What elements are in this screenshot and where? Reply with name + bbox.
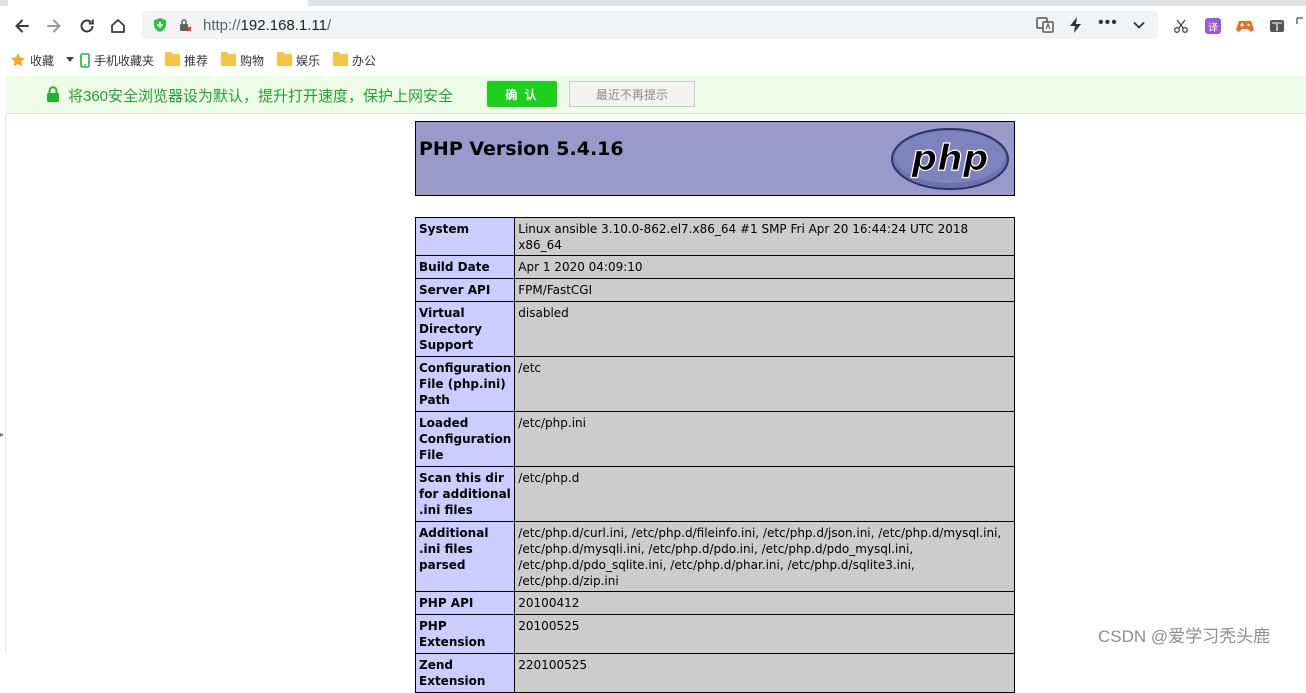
sidebar-expand-icon[interactable]: ▸: [0, 430, 4, 439]
php-info-table: System Linux ansible 3.10.0-862.el7.x86_6…: [414, 217, 1015, 693]
info-key: Configuration File (php.ini) Path: [414, 356, 516, 412]
info-row: Zend Extension 220100525: [414, 653, 1015, 693]
more-toolbar-icon[interactable]: [1296, 14, 1306, 36]
folder-icon: [221, 52, 236, 66]
info-value: /etc: [514, 356, 1015, 412]
info-key: Zend Extension: [414, 653, 516, 693]
info-key: Server API: [414, 278, 516, 302]
lock-icon: [47, 86, 59, 102]
info-value: /etc/php.ini: [514, 411, 1015, 467]
banner-message: 将360安全浏览器设为默认，提升打开速度，保护上网安全: [68, 88, 454, 105]
info-row: Virtual Directory Support disabled: [414, 301, 1015, 357]
info-value: Linux ansible 3.10.0-862.el7.x86_64 #1 S…: [514, 217, 1015, 256]
gamepad-icon: [1236, 21, 1254, 32]
info-key: Scan this dir for additional .ini files: [414, 466, 516, 522]
svg-text:php: php: [910, 138, 988, 179]
info-row: Scan this dir for additional .ini files /…: [414, 466, 1015, 522]
star-icon: [11, 53, 25, 67]
info-value: /etc/php.d/curl.ini, /etc/php.d/fileinfo…: [514, 521, 1015, 592]
info-key: Loaded Configuration File: [414, 411, 516, 467]
bookmark-office[interactable]: 办公: [333, 51, 376, 69]
translate-extension-button[interactable]: 译: [1199, 12, 1227, 40]
page-content: PHP Version 5.4.16 php System Linux ansib…: [6, 114, 1306, 693]
forward-arrow-icon: [47, 19, 61, 33]
folder-icon: [277, 52, 292, 66]
info-key: PHP API: [414, 591, 516, 615]
info-key: Additional .ini files parsed: [414, 521, 516, 592]
info-row: PHP API 20100412: [414, 591, 1015, 615]
book-icon: [1270, 20, 1284, 32]
insecure-lock-icon: [180, 19, 192, 32]
translate-badge-icon: 译: [1205, 18, 1221, 34]
php-logo[interactable]: php: [890, 127, 1010, 191]
info-row: PHP Extension 20100525: [414, 614, 1015, 654]
info-value: FPM/FastCGI: [514, 278, 1015, 302]
bookmark-mobile-favorites[interactable]: 手机收藏夹: [80, 51, 154, 69]
folder-icon: [165, 52, 180, 66]
dismiss-button[interactable]: 最近不再提示: [569, 81, 695, 107]
forward-button[interactable]: [40, 12, 68, 40]
info-row: Server API FPM/FastCGI: [414, 278, 1015, 302]
scissors-icon: [1174, 19, 1188, 33]
phone-icon: [80, 52, 90, 68]
confirm-button[interactable]: 确 认: [487, 81, 557, 107]
info-value: 20100412: [514, 591, 1015, 615]
folder-icon: [333, 52, 348, 66]
info-key: PHP Extension: [414, 614, 516, 654]
back-button[interactable]: [8, 12, 36, 40]
info-row: Loaded Configuration File/etc/php.ini: [414, 411, 1015, 467]
game-extension-button[interactable]: [1231, 12, 1259, 40]
info-key: Virtual Directory Support: [414, 301, 516, 357]
back-arrow-icon: [15, 19, 29, 33]
security-shield-icon: [154, 18, 166, 32]
bookmark-shopping[interactable]: 购物: [221, 51, 264, 69]
default-browser-banner: 将360安全浏览器设为默认，提升打开速度，保护上网安全 确 认 最近不再提示: [6, 76, 1306, 114]
info-value: Apr 1 2020 04:09:10: [514, 255, 1015, 279]
info-value: 20100525: [514, 614, 1015, 654]
address-bar[interactable]: http://192.168.1.11/ •••: [142, 11, 1158, 39]
info-value: disabled: [514, 301, 1015, 357]
navigation-bar: http://192.168.1.11/ ••• 译: [0, 8, 1306, 44]
tab-strip: [0, 0, 1306, 8]
bookmarks-bar: 收藏 手机收藏夹 推荐 购物 娱乐 办公: [0, 46, 1306, 74]
bookmark-favorites[interactable]: 收藏: [10, 51, 75, 69]
reload-button[interactable]: [73, 12, 101, 40]
screenshot-scissors-button[interactable]: [1167, 12, 1195, 40]
home-button[interactable]: [104, 12, 132, 40]
info-row: Configuration File (php.ini) Path/etc: [414, 356, 1015, 412]
lightning-icon[interactable]: [1068, 16, 1084, 34]
php-version-title: PHP Version 5.4.16: [419, 138, 624, 160]
reader-extension-button[interactable]: [1263, 12, 1291, 40]
info-row: Additional .ini files parsed/etc/php.d/c…: [414, 521, 1015, 592]
home-icon: [111, 19, 125, 33]
more-icon[interactable]: •••: [1098, 14, 1118, 32]
info-key: System: [414, 217, 516, 256]
caret-down-icon[interactable]: [66, 57, 75, 63]
translate-icon[interactable]: [1036, 16, 1054, 34]
active-tab[interactable]: [8, 0, 308, 6]
info-row: System Linux ansible 3.10.0-862.el7.x86_6…: [414, 217, 1015, 256]
reload-icon: [80, 19, 94, 33]
info-value: /etc/php.d: [514, 466, 1015, 522]
url-text[interactable]: http://192.168.1.11/: [203, 17, 331, 34]
chevron-down-icon[interactable]: [1132, 18, 1146, 32]
bookmark-recommend[interactable]: 推荐: [165, 51, 208, 69]
php-version-header: PHP Version 5.4.16 php: [415, 121, 1015, 196]
info-key: Build Date: [414, 255, 516, 279]
bookmark-entertainment[interactable]: 娱乐: [277, 51, 320, 69]
csdn-watermark: CSDN @爱学习秃头鹿: [1098, 627, 1271, 646]
info-value: 220100525: [514, 653, 1015, 693]
info-row: Build Date Apr 1 2020 04:09:10: [414, 255, 1015, 279]
